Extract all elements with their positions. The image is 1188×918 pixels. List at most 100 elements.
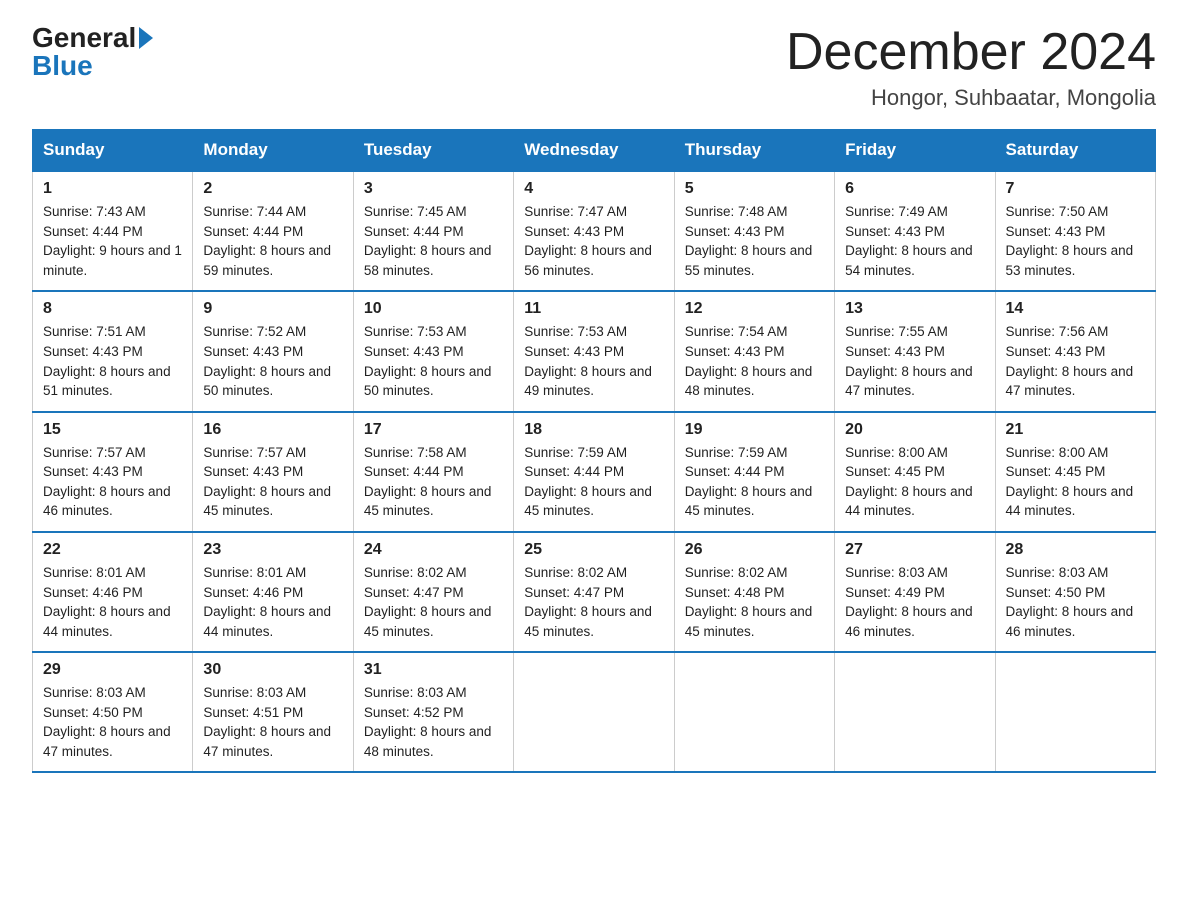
day-number: 23 [203,541,342,559]
calendar-cell: 17 Sunrise: 7:58 AMSunset: 4:44 PMDayligh… [353,412,513,532]
day-info: Sunrise: 8:01 AMSunset: 4:46 PMDaylight:… [43,563,182,641]
day-number: 14 [1006,300,1145,318]
day-number: 29 [43,661,182,679]
calendar-cell: 13Sunrise: 7:55 AMSunset: 4:43 PMDayligh… [835,291,995,411]
day-info: Sunrise: 7:53 AMSunset: 4:43 PMDaylight:… [524,322,663,400]
calendar-cell: 30Sunrise: 8:03 AMSunset: 4:51 PMDayligh… [193,652,353,772]
calendar-cell: 20Sunrise: 8:00 AMSunset: 4:45 PMDayligh… [835,412,995,532]
calendar-cell: 1Sunrise: 7:43 AMSunset: 4:44 PMDaylight… [33,171,193,291]
day-number: 22 [43,541,182,559]
day-info: Sunrise: 7:55 AMSunset: 4:43 PMDaylight:… [845,322,984,400]
day-info: Sunrise: 7:48 AMSunset: 4:43 PMDaylight:… [685,202,824,280]
calendar-cell: 23 Sunrise: 8:01 AMSunset: 4:46 PMDayligh… [193,532,353,652]
day-number: 17 [364,421,503,439]
day-number: 10 [364,300,503,318]
calendar-cell: 11 Sunrise: 7:53 AMSunset: 4:43 PMDayligh… [514,291,674,411]
day-info: Sunrise: 8:03 AMSunset: 4:50 PMDaylight:… [1006,563,1145,641]
day-number: 19 [685,421,824,439]
day-info: Sunrise: 8:01 AMSunset: 4:46 PMDaylight:… [203,563,342,641]
calendar-cell: 7 Sunrise: 7:50 AMSunset: 4:43 PMDaylight… [995,171,1155,291]
calendar-cell: 12Sunrise: 7:54 AMSunset: 4:43 PMDayligh… [674,291,834,411]
day-info: Sunrise: 7:57 AMSunset: 4:43 PMDaylight:… [203,443,342,521]
calendar-cell: 15 Sunrise: 7:57 AMSunset: 4:43 PMDayligh… [33,412,193,532]
day-info: Sunrise: 7:54 AMSunset: 4:43 PMDaylight:… [685,322,824,400]
day-number: 20 [845,421,984,439]
week-row-1: 1Sunrise: 7:43 AMSunset: 4:44 PMDaylight… [33,171,1156,291]
day-info: Sunrise: 8:00 AMSunset: 4:45 PMDaylight:… [1006,443,1145,521]
day-number: 24 [364,541,503,559]
day-number: 8 [43,300,182,318]
day-info: Sunrise: 7:53 AMSunset: 4:43 PMDaylight:… [364,322,503,400]
logo-general: General [32,24,153,52]
day-info: Sunrise: 7:57 AMSunset: 4:43 PMDaylight:… [43,443,182,521]
header-row: SundayMondayTuesdayWednesdayThursdayFrid… [33,130,1156,172]
calendar-cell: 24 Sunrise: 8:02 AMSunset: 4:47 PMDayligh… [353,532,513,652]
day-number: 26 [685,541,824,559]
day-info: Sunrise: 7:49 AMSunset: 4:43 PMDaylight:… [845,202,984,280]
calendar-cell: 28 Sunrise: 8:03 AMSunset: 4:50 PMDayligh… [995,532,1155,652]
calendar-cell [995,652,1155,772]
day-number: 4 [524,180,663,198]
day-number: 18 [524,421,663,439]
header-wednesday: Wednesday [514,130,674,172]
calendar-cell: 27Sunrise: 8:03 AMSunset: 4:49 PMDayligh… [835,532,995,652]
header-friday: Friday [835,130,995,172]
calendar-cell: 16 Sunrise: 7:57 AMSunset: 4:43 PMDayligh… [193,412,353,532]
day-info: Sunrise: 8:03 AMSunset: 4:52 PMDaylight:… [364,683,503,761]
calendar-cell: 5 Sunrise: 7:48 AMSunset: 4:43 PMDaylight… [674,171,834,291]
header-monday: Monday [193,130,353,172]
day-info: Sunrise: 8:02 AMSunset: 4:47 PMDaylight:… [524,563,663,641]
calendar-cell: 25Sunrise: 8:02 AMSunset: 4:47 PMDayligh… [514,532,674,652]
week-row-3: 15 Sunrise: 7:57 AMSunset: 4:43 PMDayligh… [33,412,1156,532]
calendar-cell [514,652,674,772]
day-number: 28 [1006,541,1145,559]
day-info: Sunrise: 7:52 AMSunset: 4:43 PMDaylight:… [203,322,342,400]
day-number: 27 [845,541,984,559]
calendar-cell: 2 Sunrise: 7:44 AMSunset: 4:44 PMDaylight… [193,171,353,291]
day-info: Sunrise: 7:50 AMSunset: 4:43 PMDaylight:… [1006,202,1145,280]
day-info: Sunrise: 8:02 AMSunset: 4:47 PMDaylight:… [364,563,503,641]
day-info: Sunrise: 7:56 AMSunset: 4:43 PMDaylight:… [1006,322,1145,400]
week-row-5: 29 Sunrise: 8:03 AMSunset: 4:50 PMDayligh… [33,652,1156,772]
header-thursday: Thursday [674,130,834,172]
day-number: 31 [364,661,503,679]
header-tuesday: Tuesday [353,130,513,172]
day-info: Sunrise: 7:59 AMSunset: 4:44 PMDaylight:… [685,443,824,521]
day-number: 21 [1006,421,1145,439]
calendar-cell: 6 Sunrise: 7:49 AMSunset: 4:43 PMDaylight… [835,171,995,291]
calendar-cell: 9 Sunrise: 7:52 AMSunset: 4:43 PMDaylight… [193,291,353,411]
week-row-4: 22 Sunrise: 8:01 AMSunset: 4:46 PMDayligh… [33,532,1156,652]
day-number: 7 [1006,180,1145,198]
calendar-subtitle: Hongor, Suhbaatar, Mongolia [786,85,1156,111]
day-number: 30 [203,661,342,679]
day-number: 9 [203,300,342,318]
calendar-cell [835,652,995,772]
calendar-table: SundayMondayTuesdayWednesdayThursdayFrid… [32,129,1156,773]
calendar-cell: 26 Sunrise: 8:02 AMSunset: 4:48 PMDayligh… [674,532,834,652]
calendar-title: December 2024 [786,24,1156,81]
calendar-cell: 18Sunrise: 7:59 AMSunset: 4:44 PMDayligh… [514,412,674,532]
calendar-cell [674,652,834,772]
day-info: Sunrise: 7:51 AMSunset: 4:43 PMDaylight:… [43,322,182,400]
day-number: 2 [203,180,342,198]
day-info: Sunrise: 8:02 AMSunset: 4:48 PMDaylight:… [685,563,824,641]
day-number: 5 [685,180,824,198]
day-info: Sunrise: 7:58 AMSunset: 4:44 PMDaylight:… [364,443,503,521]
day-number: 16 [203,421,342,439]
calendar-cell: 10 Sunrise: 7:53 AMSunset: 4:43 PMDayligh… [353,291,513,411]
day-number: 6 [845,180,984,198]
title-block: December 2024 Hongor, Suhbaatar, Mongoli… [786,24,1156,111]
calendar-cell: 3Sunrise: 7:45 AMSunset: 4:44 PMDaylight… [353,171,513,291]
logo-arrow-icon [139,27,153,49]
calendar-cell: 31 Sunrise: 8:03 AMSunset: 4:52 PMDayligh… [353,652,513,772]
day-number: 15 [43,421,182,439]
day-info: Sunrise: 7:44 AMSunset: 4:44 PMDaylight:… [203,202,342,280]
calendar-cell: 22 Sunrise: 8:01 AMSunset: 4:46 PMDayligh… [33,532,193,652]
day-number: 11 [524,300,663,318]
day-info: Sunrise: 7:45 AMSunset: 4:44 PMDaylight:… [364,202,503,280]
calendar-cell: 29 Sunrise: 8:03 AMSunset: 4:50 PMDayligh… [33,652,193,772]
day-info: Sunrise: 8:03 AMSunset: 4:50 PMDaylight:… [43,683,182,761]
calendar-cell: 19 Sunrise: 7:59 AMSunset: 4:44 PMDayligh… [674,412,834,532]
calendar-cell: 4Sunrise: 7:47 AMSunset: 4:43 PMDaylight… [514,171,674,291]
day-number: 1 [43,180,182,198]
